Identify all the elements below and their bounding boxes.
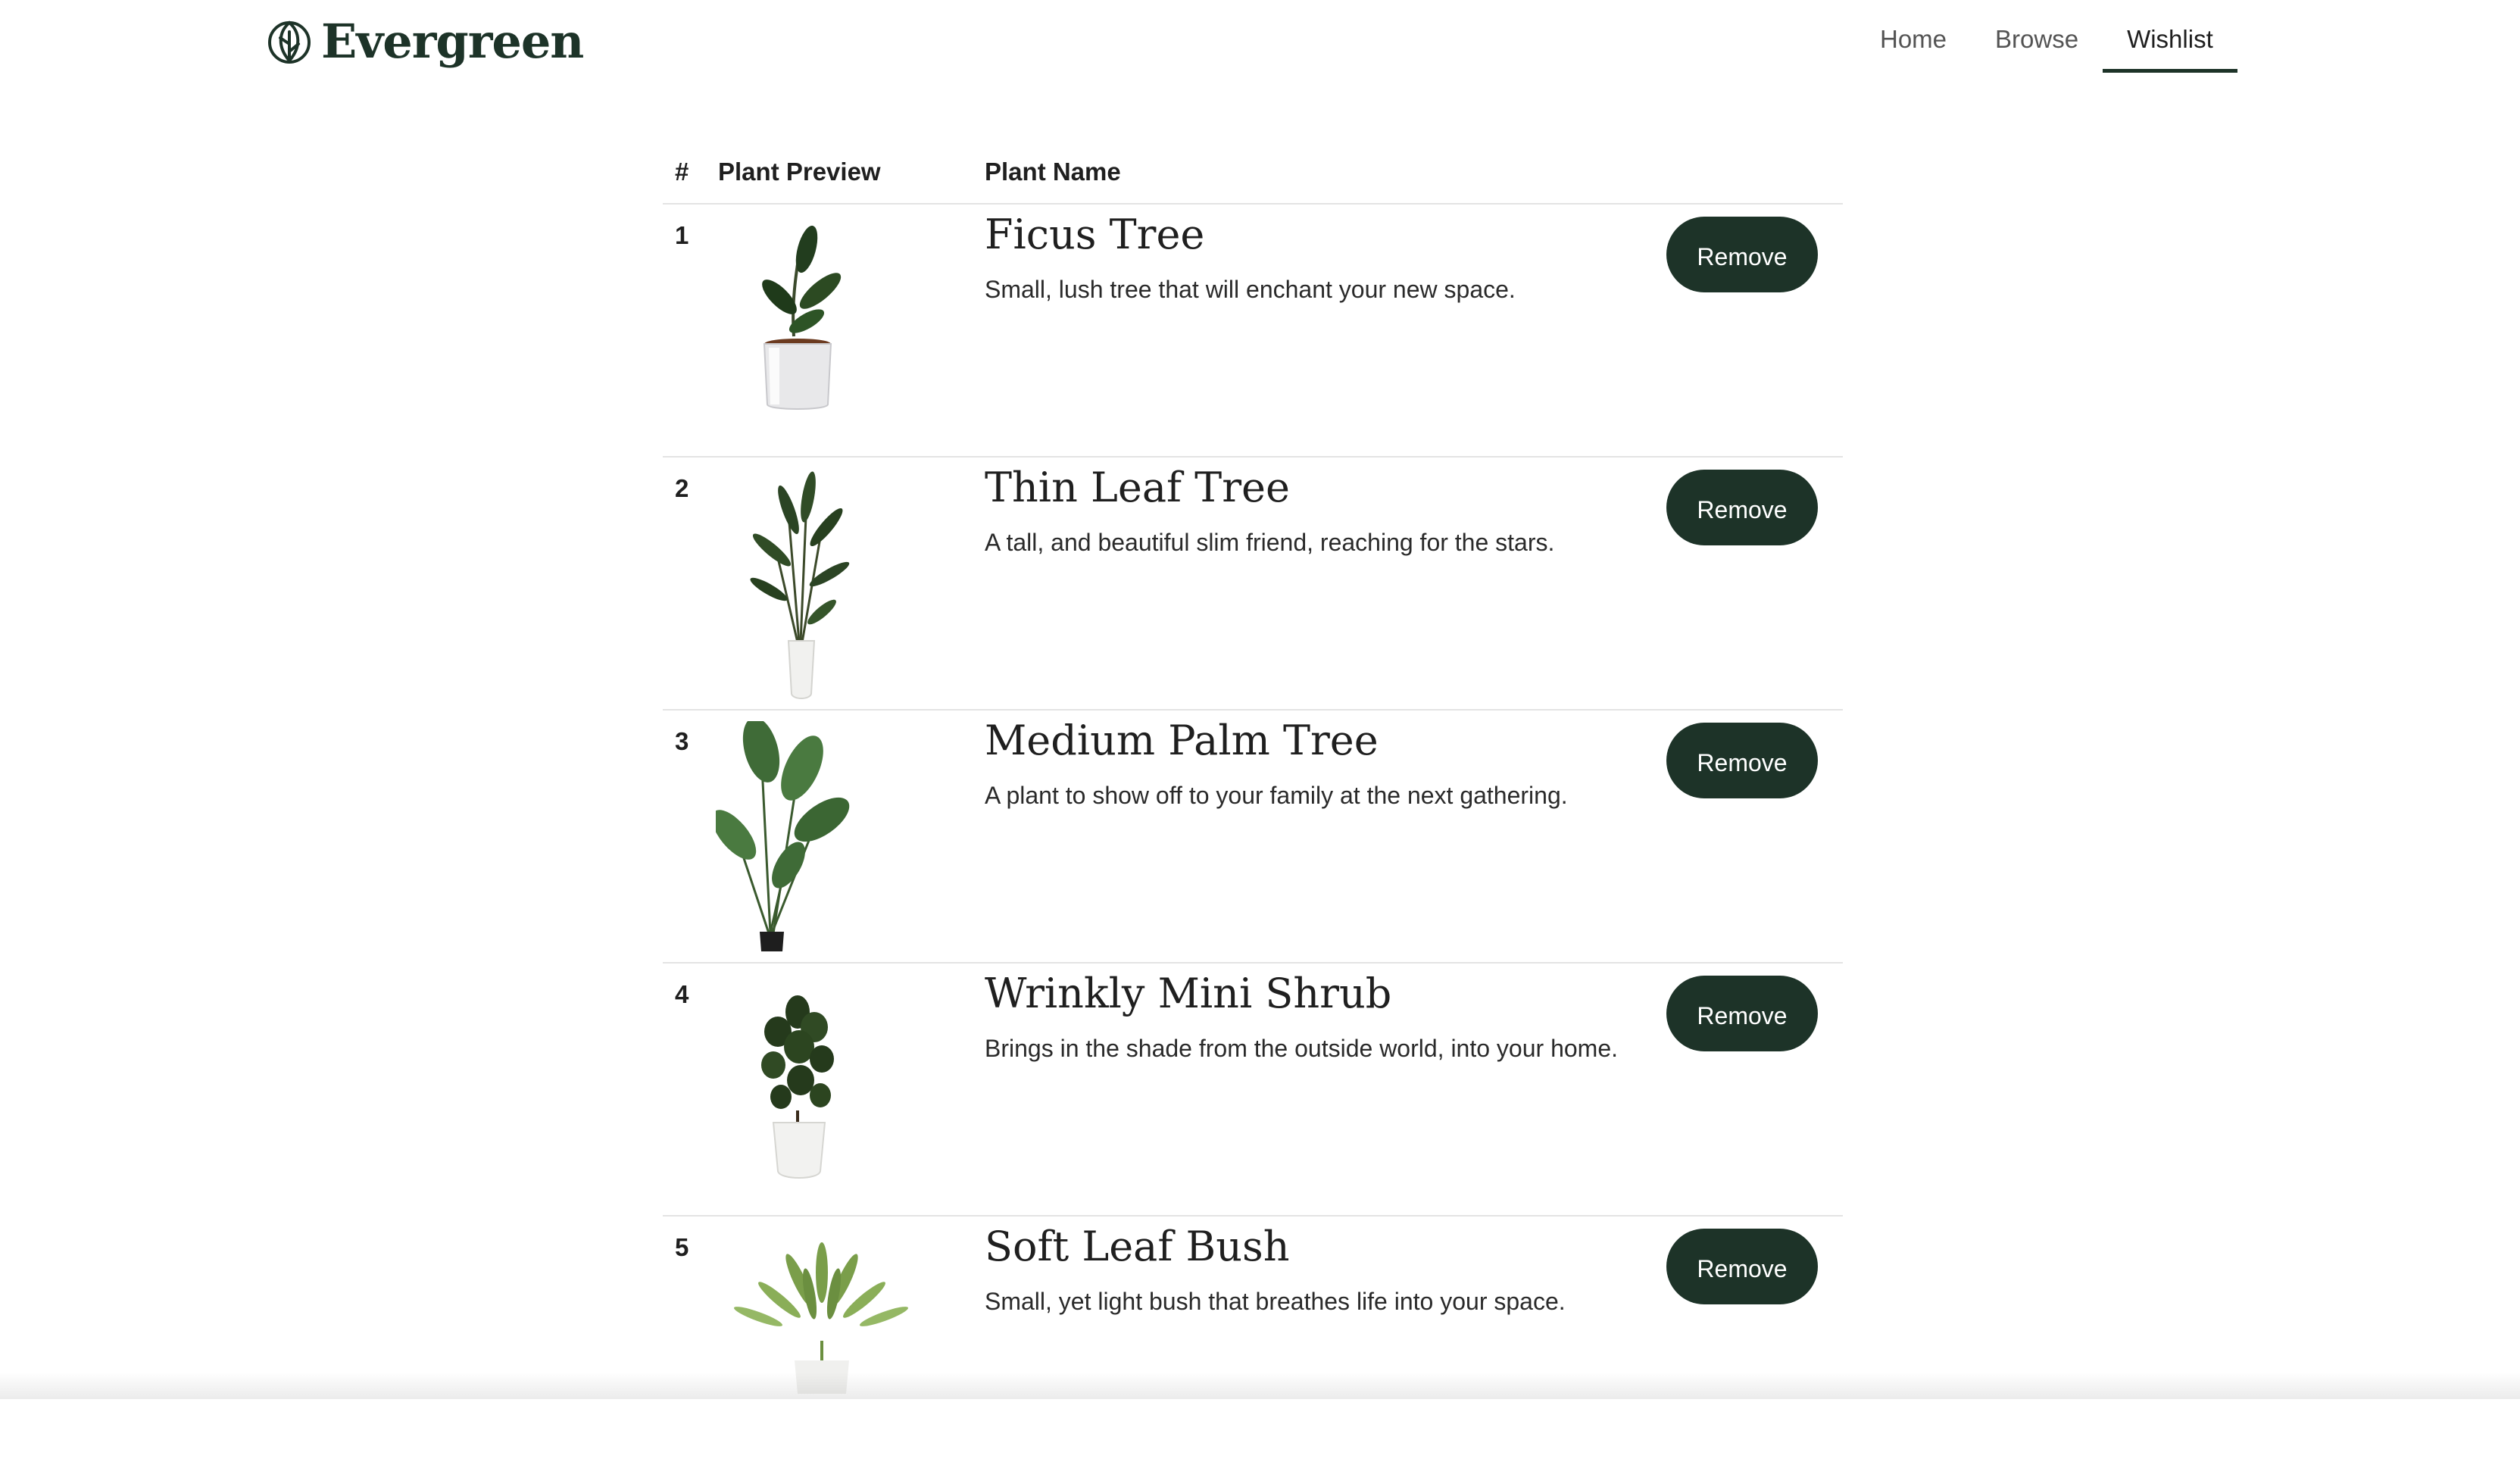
nav-wishlist[interactable]: Wishlist <box>2103 0 2237 73</box>
wrinkly-mini-shrub-image <box>761 995 834 1179</box>
remove-button[interactable]: Remove <box>1666 1229 1818 1304</box>
brand-logo[interactable]: Evergreen <box>267 11 584 71</box>
header-number: # <box>675 158 689 186</box>
row-number: 4 <box>675 980 689 1008</box>
table-row: 5 Soft Leaf Bush Small, yet light bush t… <box>663 1217 1843 1468</box>
plant-name: Thin Leaf Tree <box>985 464 1290 511</box>
plant-description: A plant to show off to your family at th… <box>985 782 1568 809</box>
header-plant-preview: Plant Preview <box>718 158 881 186</box>
row-number: 5 <box>675 1233 689 1261</box>
plant-name: Ficus Tree <box>985 211 1205 258</box>
nav-browse[interactable]: Browse <box>1971 0 2103 73</box>
remove-button[interactable]: Remove <box>1666 723 1818 798</box>
soft-leaf-bush-image <box>733 1242 909 1394</box>
plant-name: Wrinkly Mini Shrub <box>985 970 1392 1017</box>
plant-description: Small, lush tree that will enchant your … <box>985 276 1516 303</box>
site-header: Evergreen Home Browse Wishlist <box>0 0 2520 91</box>
plant-description: A tall, and beautiful slim friend, reach… <box>985 529 1555 556</box>
ficus-tree-image <box>762 225 842 410</box>
main-nav: Home Browse Wishlist <box>1856 0 2237 73</box>
thin-leaf-tree-image <box>750 471 850 699</box>
row-number: 3 <box>675 727 689 755</box>
plant-description: Small, yet light bush that breathes life… <box>985 1288 1566 1315</box>
table-row: 2 Thin Leaf Tree A tall, and beautiful s… <box>663 458 1843 711</box>
table-row: 1 Ficus Tree Small, lush tree that will … <box>663 205 1843 458</box>
table-row: 4 Wrinkly Mini Shrub Brings in the shade… <box>663 964 1843 1217</box>
bottom-shadow <box>0 1372 2520 1399</box>
brand-name: Evergreen <box>321 13 584 69</box>
nav-home[interactable]: Home <box>1856 0 1971 73</box>
table-row: 3 Medium Palm Tree A plant to show off t… <box>663 711 1843 964</box>
row-number: 1 <box>675 221 689 249</box>
plant-name: Soft Leaf Bush <box>985 1223 1290 1270</box>
plant-name: Medium Palm Tree <box>985 717 1379 764</box>
medium-palm-tree-image <box>716 721 850 951</box>
remove-button[interactable]: Remove <box>1666 217 1818 292</box>
wishlist-table: # Plant Preview Plant Name 1 Ficus Tree … <box>663 144 1843 1468</box>
row-number: 2 <box>675 474 689 502</box>
remove-button[interactable]: Remove <box>1666 470 1818 545</box>
plant-description: Brings in the shade from the outside wor… <box>985 1035 1618 1062</box>
remove-button[interactable]: Remove <box>1666 976 1818 1051</box>
table-header: # Plant Preview Plant Name <box>663 144 1843 205</box>
leaf-icon <box>268 20 311 64</box>
header-plant-name: Plant Name <box>985 158 1121 186</box>
